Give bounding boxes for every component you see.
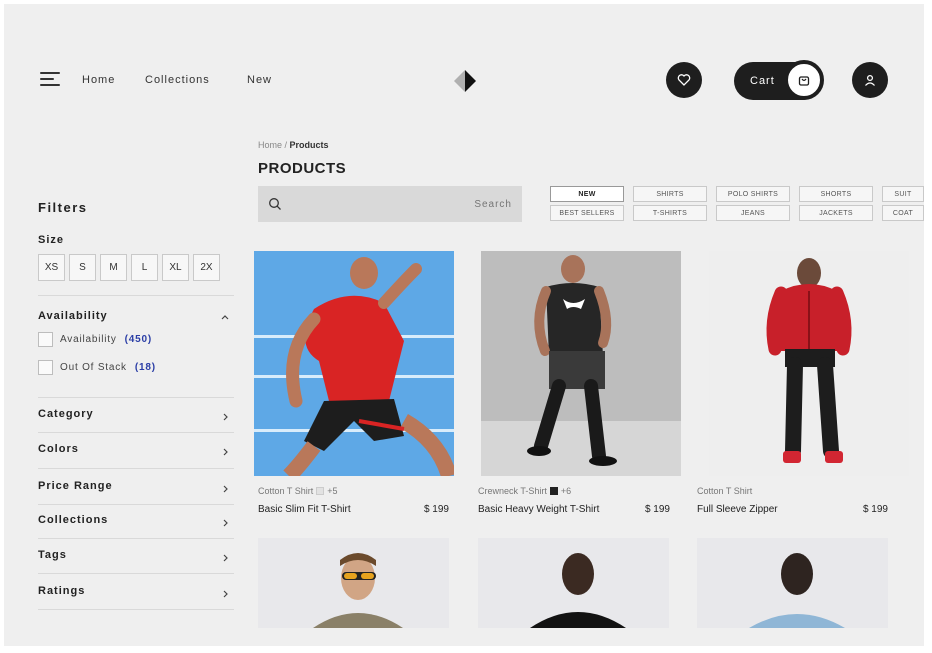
availability-option-out-of-stock[interactable]: Out Of Stack (18) — [38, 360, 156, 375]
divider — [38, 295, 234, 296]
swatch-count: +6 — [560, 486, 572, 496]
divider — [38, 573, 234, 574]
user-icon — [865, 74, 875, 86]
category-section[interactable]: Category — [38, 408, 94, 420]
swatch-count: +5 — [327, 486, 338, 496]
breadcrumb-home[interactable]: Home — [258, 140, 282, 150]
product-image[interactable] — [258, 538, 449, 628]
option-label: Availability — [60, 334, 117, 345]
option-count: (450) — [124, 334, 153, 345]
option-label: Out Of Stack — [60, 362, 127, 373]
size-l[interactable]: L — [131, 254, 158, 281]
divider — [38, 397, 234, 398]
size-xs[interactable]: XS — [38, 254, 65, 281]
category-chip-suit[interactable]: SUIT — [882, 186, 924, 202]
product-subtitle: Cotton T Shirt — [697, 486, 752, 496]
cart-button[interactable]: Cart — [734, 60, 824, 100]
size-title: Size — [38, 234, 65, 246]
favorites-button[interactable] — [666, 62, 702, 98]
hamburger-menu-icon[interactable] — [40, 72, 60, 88]
chevron-right-icon[interactable] — [220, 484, 230, 494]
color-swatch[interactable] — [549, 487, 558, 495]
divider — [38, 538, 234, 539]
chevron-right-icon[interactable] — [220, 447, 230, 457]
chevron-right-icon[interactable] — [220, 518, 230, 528]
search-bar[interactable] — [258, 186, 522, 222]
product-image[interactable] — [697, 538, 888, 628]
product-image[interactable] — [254, 251, 454, 476]
divider — [38, 432, 234, 433]
heart-icon — [677, 74, 691, 86]
page-title: PRODUCTS — [258, 160, 347, 177]
product-subtitle: Crewneck T-Shirt +6 — [478, 486, 571, 496]
checkbox[interactable] — [38, 332, 53, 347]
breadcrumb-separator: / — [282, 140, 290, 150]
breadcrumb-current: Products — [289, 140, 329, 150]
category-chip-best-sellers[interactable]: BEST SELLERS — [550, 205, 624, 221]
product-price: $ 199 — [862, 504, 888, 515]
option-count: (18) — [134, 362, 156, 373]
account-button[interactable] — [852, 62, 888, 98]
chevron-right-icon[interactable] — [220, 553, 230, 563]
filters-title: Filters — [38, 200, 88, 215]
category-chip-jackets[interactable]: JACKETS — [799, 205, 873, 221]
product-name[interactable]: Full Sleeve Zipper — [697, 504, 778, 515]
divider — [38, 504, 234, 505]
product-image[interactable] — [478, 538, 669, 628]
product-type: Cotton T Shirt — [258, 486, 314, 496]
product-image[interactable] — [709, 251, 909, 476]
divider — [38, 468, 234, 469]
search-input[interactable] — [292, 186, 512, 222]
brand-logo[interactable] — [452, 68, 478, 94]
category-chip-coat[interactable]: COAT — [882, 205, 924, 221]
chevron-right-icon[interactable] — [220, 412, 230, 422]
checkbox[interactable] — [38, 360, 53, 375]
size-m[interactable]: M — [100, 254, 127, 281]
product-name[interactable]: Basic Slim Fit T-Shirt — [258, 504, 351, 515]
colors-section[interactable]: Colors — [38, 443, 79, 455]
nav-collections[interactable]: Collections — [145, 74, 210, 86]
category-chip-t-shirts[interactable]: T-SHIRTS — [633, 205, 707, 221]
chevron-up-icon[interactable] — [220, 312, 230, 322]
ratings-section[interactable]: Ratings — [38, 585, 85, 597]
product-price: $ 199 — [644, 504, 670, 515]
availability-title[interactable]: Availability — [38, 310, 108, 322]
cart-bag-icon — [784, 60, 824, 100]
price-range-section[interactable]: Price Range — [38, 480, 113, 492]
product-name[interactable]: Basic Heavy Weight T-Shirt — [478, 504, 599, 515]
search-icon[interactable] — [268, 197, 282, 211]
cart-label: Cart — [750, 75, 775, 87]
color-swatch[interactable] — [316, 487, 325, 495]
collections-section[interactable]: Collections — [38, 514, 108, 526]
product-image[interactable] — [481, 251, 681, 476]
size-xl[interactable]: XL — [162, 254, 189, 281]
product-price: $ 199 — [423, 504, 449, 515]
category-chip-jeans[interactable]: JEANS — [716, 205, 790, 221]
nav-home[interactable]: Home — [82, 74, 115, 86]
size-2x[interactable]: 2X — [193, 254, 220, 281]
chevron-right-icon[interactable] — [220, 589, 230, 599]
tags-section[interactable]: Tags — [38, 549, 67, 561]
nav-new[interactable]: New — [247, 74, 272, 86]
product-subtitle: Cotton T Shirt +5 — [258, 486, 337, 496]
size-options: XS S M L XL 2X — [38, 254, 220, 281]
category-chip-polo-shirts[interactable]: POLO SHIRTS — [716, 186, 790, 202]
category-chip-shirts[interactable]: SHIRTS — [633, 186, 707, 202]
product-type: Cotton T Shirt — [697, 486, 753, 496]
product-type: Crewneck T-Shirt — [478, 486, 547, 496]
divider — [38, 609, 234, 610]
breadcrumb: Home / Products — [258, 140, 329, 150]
page-frame: Home Collections New Cart Filters Size X… — [4, 4, 924, 646]
size-s[interactable]: S — [69, 254, 96, 281]
availability-option-in-stock[interactable]: Availability (450) — [38, 332, 152, 347]
category-chip-shorts[interactable]: SHORTS — [799, 186, 873, 202]
category-chip-new[interactable]: NEW — [550, 186, 624, 202]
